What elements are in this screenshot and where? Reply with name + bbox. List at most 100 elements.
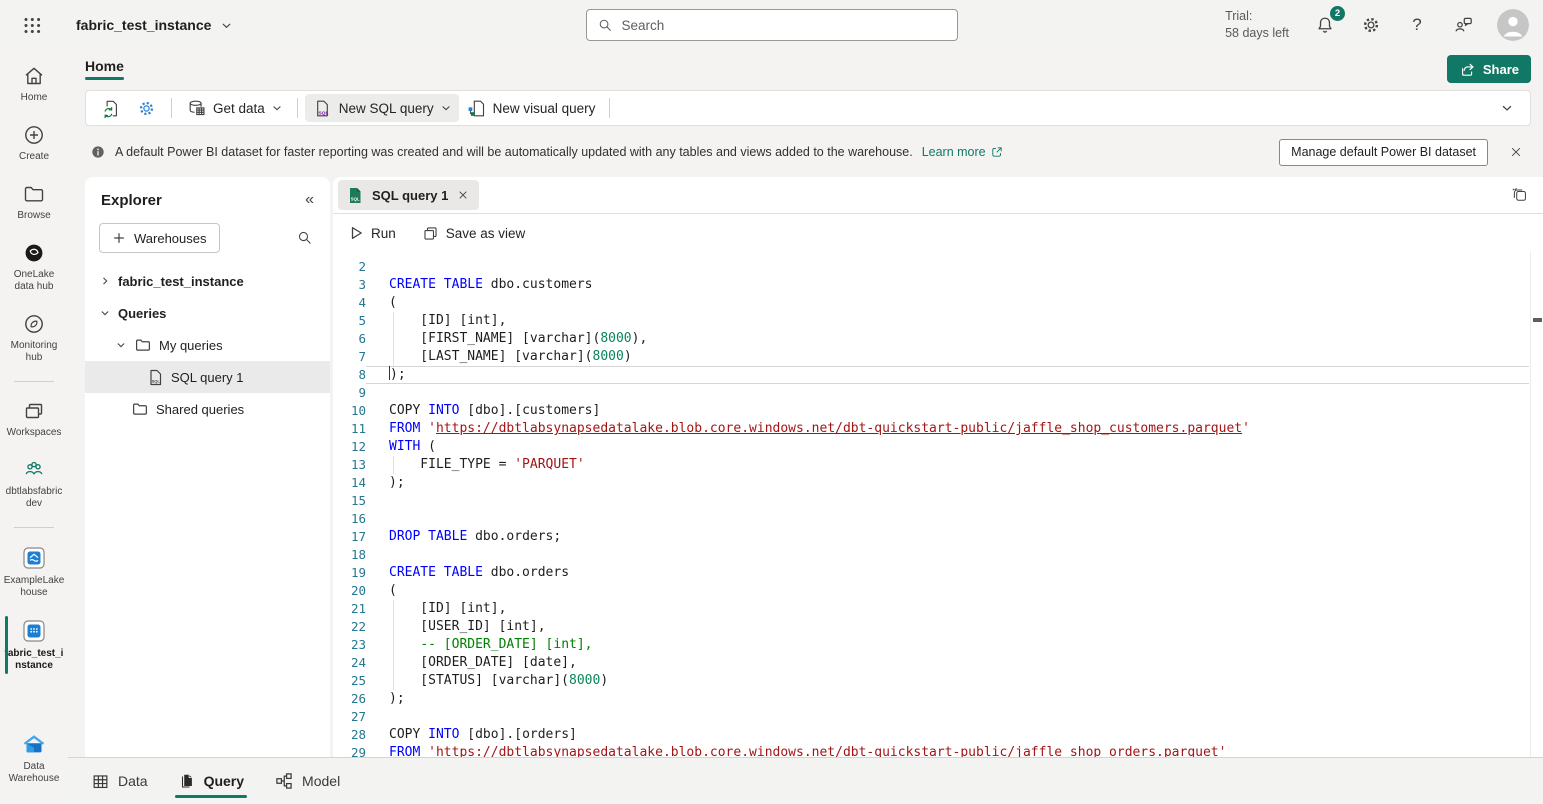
code-line-19[interactable]: 19 CREATE TABLE dbo.orders xyxy=(333,564,1543,582)
code-line-6[interactable]: 6 [FIRST_NAME] [varchar](8000), xyxy=(333,330,1543,348)
workspace-switcher[interactable]: fabric_test_instance xyxy=(76,17,233,33)
rail-item-workspaces[interactable]: Workspaces xyxy=(0,395,68,443)
code-text xyxy=(366,510,1529,528)
rail-item-monitoring-hub[interactable]: Monitoring hub xyxy=(0,308,68,368)
share-button[interactable]: Share xyxy=(1447,55,1531,83)
sql-code-editor[interactable]: 2 3 CREATE TABLE dbo.customers 4 ( 5 [ID… xyxy=(333,252,1543,757)
code-line-10[interactable]: 10 COPY INTO [dbo].[customers] xyxy=(333,402,1543,420)
code-line-15[interactable]: 15 xyxy=(333,492,1543,510)
code-line-5[interactable]: 5 [ID] [int], xyxy=(333,312,1543,330)
rail-item-label: OneLake data hub xyxy=(3,269,65,293)
code-line-23[interactable]: 23 -- [ORDER_DATE] [int], xyxy=(333,636,1543,654)
house-icon xyxy=(22,64,46,88)
collapse-panel-button[interactable]: « xyxy=(305,191,314,209)
tree-item-fabric-test-instance[interactable]: fabric_test_instance xyxy=(85,265,330,297)
add-warehouses-button[interactable]: Warehouses xyxy=(99,223,220,253)
tree-item-my-queries[interactable]: My queries xyxy=(85,329,330,361)
tree-item-label: fabric_test_instance xyxy=(118,274,244,289)
explorer-search-button[interactable] xyxy=(296,229,314,247)
banner-message: A default Power BI dataset for faster re… xyxy=(115,145,913,159)
rail-item-dbtlabsfabricdev[interactable]: dbtlabsfabricdev xyxy=(0,454,68,514)
code-line-3[interactable]: 3 CREATE TABLE dbo.customers xyxy=(333,276,1543,294)
code-line-25[interactable]: 25 [STATUS] [varchar](8000) xyxy=(333,672,1543,690)
rail-item-create[interactable]: Create xyxy=(0,119,68,167)
code-line-7[interactable]: 7 [LAST_NAME] [varchar](8000) xyxy=(333,348,1543,366)
run-button[interactable]: Run xyxy=(348,225,396,241)
tree-item-label: Shared queries xyxy=(156,402,244,417)
code-line-20[interactable]: 20 ( xyxy=(333,582,1543,600)
code-line-14[interactable]: 14 ); xyxy=(333,474,1543,492)
share-icon xyxy=(1459,61,1476,78)
view-tab-data[interactable]: Data xyxy=(91,758,148,804)
code-text: [ID] [int], xyxy=(366,312,1529,330)
ribbon-settings-button[interactable] xyxy=(129,94,164,122)
code-line-2[interactable]: 2 xyxy=(333,258,1543,276)
tree-item-queries[interactable]: Queries xyxy=(85,297,330,329)
tree-item-label: SQL query 1 xyxy=(171,370,244,385)
tab-home[interactable]: Home xyxy=(85,58,124,80)
onelake-icon xyxy=(22,241,46,265)
code-line-18[interactable]: 18 xyxy=(333,546,1543,564)
view-tab-query[interactable]: Query xyxy=(178,758,244,804)
code-line-8[interactable]: 8 ); xyxy=(333,366,1543,384)
code-text: COPY INTO [dbo].[customers] xyxy=(366,402,1529,420)
search-input[interactable] xyxy=(622,18,947,33)
code-line-4[interactable]: 4 ( xyxy=(333,294,1543,312)
view-tab-model[interactable]: Model xyxy=(274,758,340,804)
line-number: 6 xyxy=(333,330,366,348)
code-line-9[interactable]: 9 xyxy=(333,384,1543,402)
code-line-12[interactable]: 12 WITH ( xyxy=(333,438,1543,456)
notifications-button[interactable]: 2 xyxy=(1313,13,1337,37)
rail-item-label: Home xyxy=(21,92,48,104)
code-line-24[interactable]: 24 [ORDER_DATE] [date], xyxy=(333,654,1543,672)
banner-close-button[interactable] xyxy=(1503,139,1529,165)
refresh-dataset-button[interactable] xyxy=(94,94,129,122)
sql-document-icon: SQL xyxy=(312,98,333,119)
tab-close-button[interactable] xyxy=(457,189,469,201)
code-line-17[interactable]: 17 DROP TABLE dbo.orders; xyxy=(333,528,1543,546)
help-button[interactable]: ? xyxy=(1405,13,1429,37)
code-line-26[interactable]: 26 ); xyxy=(333,690,1543,708)
code-line-27[interactable]: 27 xyxy=(333,708,1543,726)
code-line-16[interactable]: 16 xyxy=(333,510,1543,528)
code-text xyxy=(366,384,1529,402)
get-data-button[interactable]: Get data xyxy=(179,94,290,122)
code-line-22[interactable]: 22 [USER_ID] [int], xyxy=(333,618,1543,636)
feedback-button[interactable] xyxy=(1451,13,1475,37)
account-avatar[interactable] xyxy=(1497,9,1529,41)
rail-item-home[interactable]: Home xyxy=(0,60,68,108)
rail-item-browse[interactable]: Browse xyxy=(0,178,68,226)
learn-more-link[interactable]: Learn more xyxy=(922,145,1004,159)
manage-default-dataset-button[interactable]: Manage default Power BI dataset xyxy=(1279,139,1488,166)
tree-item-shared-queries[interactable]: Shared queries xyxy=(85,393,330,425)
code-text: -- [ORDER_DATE] [int], xyxy=(366,636,1529,654)
app-launcher-button[interactable] xyxy=(0,17,68,34)
new-visual-query-button[interactable]: New visual query xyxy=(459,94,603,122)
line-number: 21 xyxy=(333,600,366,618)
code-line-29[interactable]: 29 FROM 'https://dbtlabsynapsedatalake.b… xyxy=(333,744,1543,757)
code-line-28[interactable]: 28 COPY INTO [dbo].[orders] xyxy=(333,726,1543,744)
ribbon-divider xyxy=(297,98,298,118)
editor-scrollbar[interactable] xyxy=(1530,252,1543,757)
rail-item-label: Monitoring hub xyxy=(3,340,65,364)
rail-item-data-warehouse[interactable]: Data Warehouse xyxy=(0,727,68,789)
line-number: 9 xyxy=(333,384,366,402)
rail-item-fabric-test-instance[interactable]: fabric_test_instance xyxy=(0,614,68,676)
new-sql-query-button[interactable]: SQL New SQL query xyxy=(305,94,459,122)
line-number: 23 xyxy=(333,636,366,654)
rail-item-onelake-data-hub[interactable]: OneLake data hub xyxy=(0,237,68,297)
line-number: 18 xyxy=(333,546,366,564)
code-line-11[interactable]: 11 FROM 'https://dbtlabsynapsedatalake.b… xyxy=(333,420,1543,438)
tab-sql-query-1[interactable]: SQL SQL query 1 xyxy=(338,180,479,210)
tree-item-sql-query-1[interactable]: SQLSQL query 1 xyxy=(85,361,330,393)
code-text xyxy=(366,708,1529,726)
play-icon xyxy=(348,225,364,241)
save-as-view-button[interactable]: Save as view xyxy=(422,225,526,242)
code-line-21[interactable]: 21 [ID] [int], xyxy=(333,600,1543,618)
settings-button[interactable] xyxy=(1359,13,1383,37)
code-line-13[interactable]: 13 FILE_TYPE = 'PARQUET' xyxy=(333,456,1543,474)
ribbon-collapse-button[interactable] xyxy=(1492,101,1522,115)
view-tab-label: Query xyxy=(204,773,244,789)
rail-item-examplelakehouse[interactable]: ExampleLakehouse xyxy=(0,541,68,603)
copy-results-icon[interactable] xyxy=(1510,186,1529,205)
